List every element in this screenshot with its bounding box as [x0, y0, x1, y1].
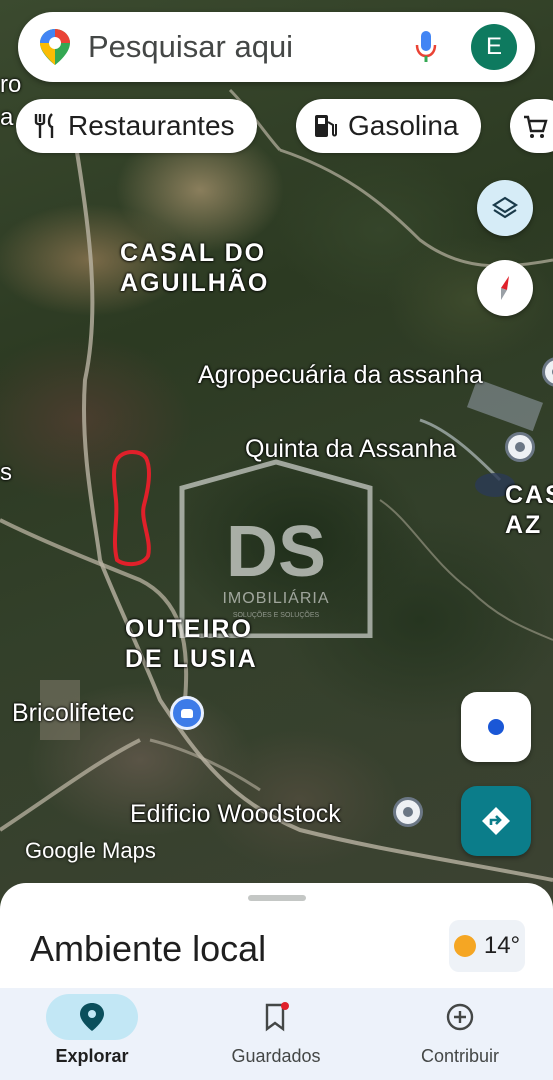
place-line: CAS	[505, 481, 553, 509]
place-line: AGUILHÃO	[120, 269, 270, 297]
google-maps-attribution: Google Maps	[25, 838, 156, 863]
place-line: OUTEIRO	[125, 615, 253, 643]
nav-label: Explorar	[55, 1046, 129, 1066]
pin-dot	[515, 442, 525, 452]
place-label-cas-az: CAS AZ	[505, 480, 553, 540]
edge-label: ro	[0, 71, 22, 98]
fork-knife-icon	[34, 113, 54, 138]
shopping-bag-pin-icon[interactable]	[170, 696, 204, 730]
edge-label: a	[0, 104, 14, 131]
gas-station-icon	[315, 115, 337, 137]
chip-label: Gasolina	[348, 110, 459, 141]
poi-label-bricolifetec[interactable]: Bricolifetec	[12, 698, 134, 728]
notification-dot	[281, 1002, 289, 1010]
directions-button[interactable]	[461, 786, 531, 856]
compass-button[interactable]	[477, 260, 533, 316]
poi-pin-icon[interactable]	[393, 797, 423, 827]
place-label-casal-do-aguilhao: CASAL DO AGUILHÃO	[120, 238, 269, 298]
account-avatar[interactable]: E	[471, 24, 517, 70]
my-location-button[interactable]	[461, 692, 531, 762]
sheet-title: Ambiente local	[30, 928, 267, 969]
bottom-sheet[interactable]: Ambiente local 14°	[0, 883, 553, 993]
poi-label-quinta-da-assanha[interactable]: Quinta da Assanha	[245, 434, 456, 464]
watermark-logo: DS	[179, 459, 373, 639]
location-pin-icon	[80, 1003, 104, 1031]
weather-badge[interactable]: 14°	[449, 920, 525, 972]
chip-label: Restaurantes	[68, 110, 235, 141]
bottom-navigation: Explorar Guardados Contribuir	[0, 988, 553, 1080]
parcel-outline	[112, 450, 152, 567]
category-chips: Restaurantes Gasolina	[16, 99, 553, 153]
pin-dot	[403, 807, 413, 817]
place-label-outeiro-de-lusia: OUTEIRO DE LUSIA	[125, 614, 258, 674]
nav-contribuir[interactable]: Contribuir	[368, 988, 552, 1080]
chip-restaurantes[interactable]: Restaurantes	[16, 99, 257, 153]
place-line: AZ	[505, 511, 543, 539]
watermark-text: IMOBILIÁRIA	[222, 590, 330, 607]
temperature: 14°	[483, 932, 521, 959]
place-line: DE LUSIA	[125, 645, 258, 673]
poi-label-agropecuaria[interactable]: Agropecuária da assanha	[198, 360, 483, 390]
nav-label: Contribuir	[420, 1046, 500, 1066]
shopping-cart-icon	[524, 115, 548, 138]
my-location-icon	[488, 719, 504, 735]
add-circle-icon	[446, 1003, 474, 1031]
nav-icon-container	[46, 994, 138, 1040]
chip-gasolina[interactable]: Gasolina	[296, 99, 481, 153]
directions-icon	[482, 807, 510, 835]
edge-label: s	[0, 459, 12, 486]
nav-icon-container	[230, 994, 322, 1040]
nav-guardados[interactable]: Guardados	[184, 988, 368, 1080]
layers-icon	[491, 196, 519, 219]
drag-handle[interactable]	[248, 895, 306, 901]
svg-text:DS: DS	[226, 512, 326, 592]
compass-icon	[501, 276, 509, 300]
search-input[interactable]: Pesquisar aqui	[88, 29, 415, 65]
nav-label: Guardados	[231, 1046, 321, 1066]
place-line: CASAL DO	[120, 239, 267, 267]
poi-label-edificio-woodstock[interactable]: Edificio Woodstock	[130, 799, 341, 829]
google-maps-logo-icon	[40, 29, 70, 65]
chip-shopping[interactable]	[510, 99, 553, 153]
nav-explorar[interactable]: Explorar	[0, 988, 184, 1080]
sun-icon	[453, 935, 476, 957]
layers-button[interactable]	[477, 180, 533, 236]
bag-glyph	[181, 708, 193, 718]
search-bar[interactable]: Pesquisar aqui E	[18, 12, 535, 82]
bookmark-icon	[265, 1002, 289, 1032]
watermark: DS IMOBILIÁRIA SOLUÇÕES E SOLUÇÕES	[178, 458, 374, 639]
poi-pin-icon[interactable]	[505, 432, 535, 462]
microphone-icon[interactable]	[415, 30, 437, 64]
nav-icon-container	[414, 994, 506, 1040]
